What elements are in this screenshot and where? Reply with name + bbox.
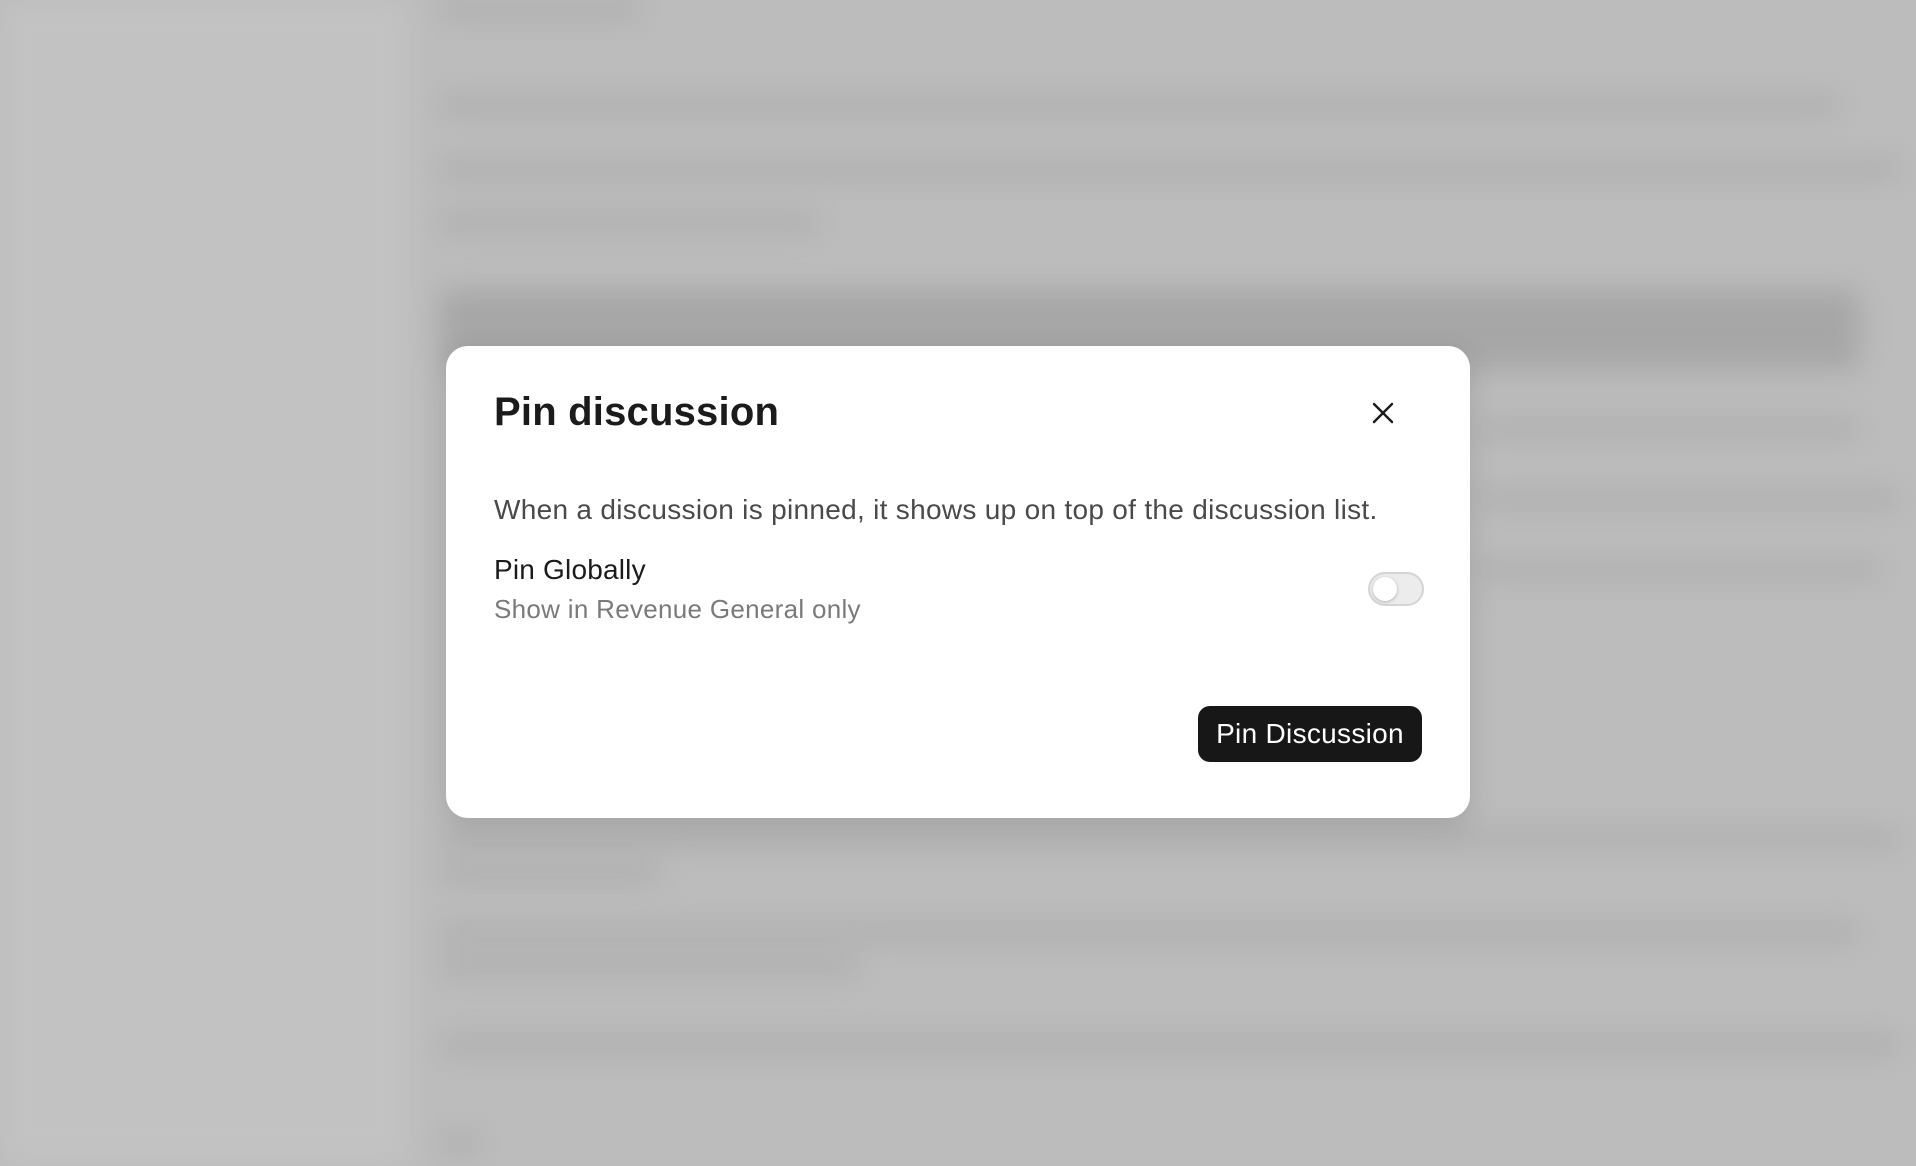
blurred-text-line: [1480, 490, 1900, 508]
blurred-text-line: [440, 0, 640, 18]
toggle-knob: [1373, 577, 1397, 601]
blurred-text-line: [440, 160, 1900, 178]
close-button[interactable]: [1366, 396, 1400, 430]
blurred-text-line: [440, 924, 1860, 942]
blurred-sidebar: [0, 0, 410, 1166]
pin-globally-toggle[interactable]: [1368, 572, 1424, 606]
pin-discussion-dialog: Pin discussion When a discussion is pinn…: [446, 346, 1470, 818]
close-icon: [1370, 400, 1396, 426]
blurred-text-line: [440, 830, 1900, 848]
blurred-text-line: [440, 96, 1840, 114]
dialog-description: When a discussion is pinned, it shows up…: [494, 494, 1378, 525]
blurred-text-line: [440, 1036, 1900, 1054]
blurred-text-line: [440, 214, 820, 232]
pin-globally-label: Pin Globally: [494, 554, 646, 585]
blurred-text-line: [1480, 420, 1860, 438]
blurred-text-line: [440, 1134, 480, 1152]
pin-globally-sublabel: Show in Revenue General only: [494, 594, 861, 624]
blurred-text-line: [440, 958, 860, 976]
blurred-text-line: [1480, 560, 1880, 578]
blurred-text-line: [440, 864, 660, 882]
dialog-title: Pin discussion: [494, 390, 780, 434]
pin-discussion-button[interactable]: Pin Discussion: [1198, 706, 1422, 762]
